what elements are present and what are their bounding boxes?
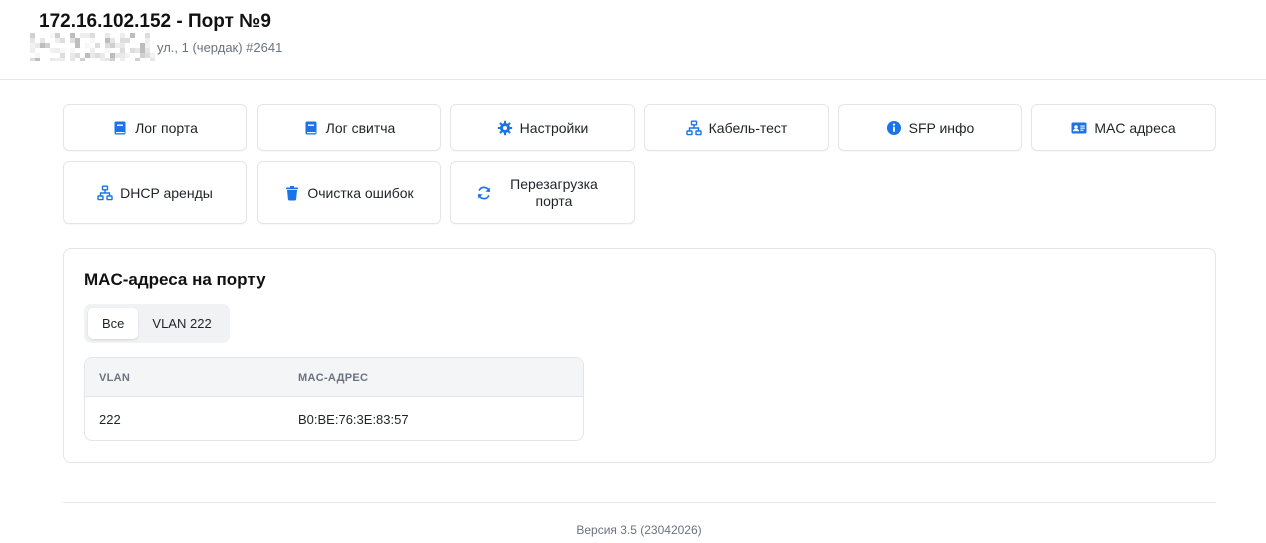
dhcp-leases-button[interactable]: DHCP аренды xyxy=(63,161,247,224)
address-line: ул., 1 (чердак) #2641 xyxy=(30,33,282,61)
network-icon xyxy=(685,120,702,136)
tab-vlan-222[interactable]: VLAN 222 xyxy=(138,308,225,339)
port-log-button[interactable]: Лог порта xyxy=(63,104,247,151)
tab-all[interactable]: Все xyxy=(88,308,139,339)
port-log-label: Лог порта xyxy=(135,119,198,136)
dhcp-leases-label: DHCP аренды xyxy=(120,184,213,201)
address-text: ул., 1 (чердак) #2641 xyxy=(157,39,283,55)
mac-panel-title: MAC-адреса на порту xyxy=(84,270,266,289)
sfp-info-label: SFP инфо xyxy=(908,119,975,136)
column-header-vlan: VLAN xyxy=(99,372,131,384)
page-header: 172.16.102.152 - Порт №9 ул., 1 (чердак)… xyxy=(0,0,1266,80)
column-header-mac: MAC-АДРЕС xyxy=(298,372,369,384)
footer-divider xyxy=(63,502,1216,503)
book-icon xyxy=(112,120,128,136)
id-card-icon xyxy=(1071,120,1087,136)
mac-addresses-button[interactable]: MAC адреса xyxy=(1031,104,1216,151)
network-icon xyxy=(97,185,113,201)
table-row: 222 B0:BE:76:3E:83:57 xyxy=(85,397,583,440)
book-icon xyxy=(303,120,319,136)
info-icon xyxy=(886,120,902,136)
vlan-tabs: Все VLAN 222 xyxy=(84,304,230,343)
mac-panel: MAC-адреса на порту Все VLAN 222 VLAN MA… xyxy=(63,248,1216,463)
reboot-port-label: Перезагрузка порта xyxy=(510,175,598,209)
cell-mac: B0:BE:76:3E:83:57 xyxy=(298,412,409,427)
switch-log-label: Лог свитча xyxy=(325,119,396,136)
redacted-address xyxy=(30,33,155,61)
settings-button[interactable]: Настройки xyxy=(450,104,635,151)
clear-errors-label: Очистка ошибок xyxy=(307,184,414,201)
trash-icon xyxy=(284,185,300,201)
cable-test-button[interactable]: Кабель-тест xyxy=(644,104,829,151)
reboot-port-button[interactable]: Перезагрузка порта xyxy=(450,161,635,224)
mac-table: VLAN MAC-АДРЕС 222 B0:BE:76:3E:83:57 xyxy=(84,357,584,441)
sfp-info-button[interactable]: SFP инфо xyxy=(838,104,1022,151)
settings-label: Настройки xyxy=(519,119,589,136)
switch-log-button[interactable]: Лог свитча xyxy=(257,104,441,151)
refresh-icon xyxy=(476,185,492,201)
cell-vlan: 222 xyxy=(99,412,121,427)
gear-icon xyxy=(497,120,513,136)
page-title: 172.16.102.152 - Порт №9 xyxy=(39,11,271,32)
version-text: Версия 3.5 (23042026) xyxy=(576,523,702,537)
cable-test-label: Кабель-тест xyxy=(708,119,788,136)
table-header: VLAN MAC-АДРЕС xyxy=(85,358,583,397)
mac-addresses-label: MAC адреса xyxy=(1094,119,1176,136)
clear-errors-button[interactable]: Очистка ошибок xyxy=(257,161,441,224)
